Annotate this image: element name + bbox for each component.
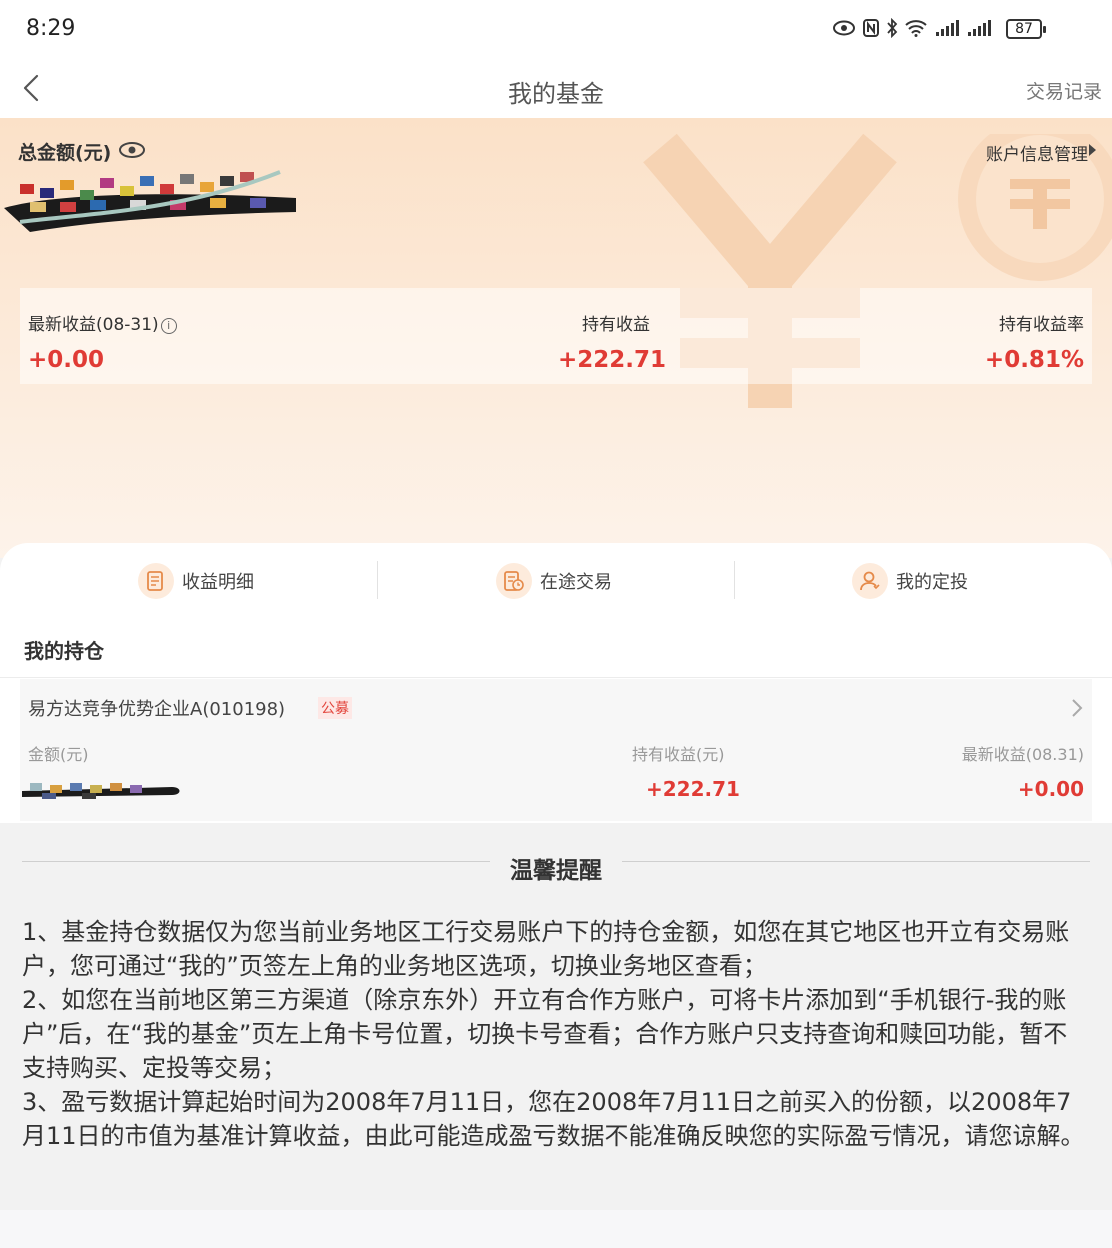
bluetooth-icon (887, 18, 898, 38)
fund-name: 易方达竞争优势企业A(010198) (28, 699, 286, 720)
fund-type-badge: 公募 (318, 697, 352, 719)
redacted-fund-amount (22, 783, 180, 799)
stat-value: +0.81% (984, 347, 1084, 373)
pending-transactions-button[interactable]: 在途交易 (496, 559, 612, 603)
caret-right-icon (1089, 144, 1096, 156)
chevron-right-icon (1072, 699, 1083, 717)
quick-action-label: 我的定投 (896, 572, 968, 593)
earnings-stats: 最新收益(08-31) i +0.00 持有收益 +222.71 持有收益率 +0… (20, 288, 1092, 384)
status-bar: 8:29 87 (0, 0, 1112, 60)
stat-label: 持有收益率 (999, 315, 1084, 335)
signal-icon (936, 20, 959, 36)
stat-label: 最新收益(08-31) (28, 315, 159, 335)
transaction-records-link[interactable]: 交易记录 (1026, 77, 1102, 104)
reminder-item: 2、如您在当前地区第三方渠道（除京东外）开立有合作方账户，可将卡片添加到“手机银… (22, 986, 1068, 1082)
amount-label: 金额(元) (28, 745, 89, 764)
stat-value: +0.00 (28, 347, 105, 373)
stat-holding-yield: 持有收益率 +0.81% (985, 288, 1084, 373)
earnings-detail-button[interactable]: 收益明细 (138, 559, 254, 603)
stat-latest-earnings: 最新收益(08-31) i +0.00 (28, 288, 177, 373)
holdings-title: 我的持仓 (24, 639, 104, 663)
my-fixed-investment-button[interactable]: 我的定投 (852, 559, 968, 603)
summary-hero: 总金额(元) 账户信息管理 最新收益(08-31) i +0.00 持有收益 +… (0, 118, 1112, 558)
document-icon (138, 563, 174, 599)
stat-holding-earnings: 持有收益 +222.71 (558, 288, 667, 373)
latest-earnings-value: +0.00 (1017, 777, 1084, 801)
user-icon (852, 563, 888, 599)
divider (377, 561, 378, 599)
eye-icon (833, 20, 855, 36)
stat-value: +222.71 (558, 347, 667, 373)
divider (734, 561, 735, 599)
reminder-item: 1、基金持仓数据仅为您当前业务地区工行交易账户下的持仓金额，如您在其它地区也开立… (22, 918, 1070, 980)
quick-action-label: 收益明细 (182, 572, 254, 593)
fund-holding-item[interactable]: 易方达竞争优势企业A(010198) 公募 金额(元) 持有收益(元) 最新收益… (20, 679, 1092, 821)
redacted-total-amount (4, 170, 296, 232)
nfc-icon (863, 19, 879, 37)
reminder-body: 1、基金持仓数据仅为您当前业务地区工行交易账户下的持仓金额，如您在其它地区也开立… (22, 915, 1090, 1153)
stat-label: 持有收益 (582, 315, 650, 335)
holdings-card: 收益明细 在途交易 我的定投 我的持仓 易方达竞争优势企业A(010198) 公… (0, 543, 1112, 823)
bottom-area (0, 1210, 1112, 1248)
latest-earnings-label: 最新收益(08.31) (961, 745, 1084, 764)
warm-reminder-section: 温馨提醒 1、基金持仓数据仅为您当前业务地区工行交易账户下的持仓金额，如您在其它… (0, 823, 1112, 1210)
holding-earnings-value: +222.71 (646, 777, 740, 801)
divider (622, 861, 1090, 862)
document-clock-icon (496, 563, 532, 599)
eye-toggle-icon[interactable] (118, 141, 146, 159)
status-icons (832, 18, 992, 38)
reminder-title: 温馨提醒 (510, 858, 602, 884)
battery-indicator: 87 (1006, 19, 1046, 39)
info-icon[interactable]: i (160, 318, 177, 334)
wifi-icon (905, 20, 927, 37)
quick-action-label: 在途交易 (540, 572, 612, 593)
page-title: 我的基金 (508, 80, 604, 108)
status-time: 8:29 (26, 16, 76, 41)
reminder-item: 3、盈亏数据计算起始时间为2008年7月11日，您在2008年7月11日之前买入… (22, 1088, 1085, 1150)
signal-icon (968, 20, 991, 36)
nav-bar: 我的基金 交易记录 (0, 60, 1112, 118)
total-amount-label: 总金额(元) (18, 142, 112, 164)
divider (0, 677, 1112, 678)
holding-earnings-label: 持有收益(元) (632, 745, 725, 764)
account-info-management-link[interactable]: 账户信息管理 (986, 140, 1088, 165)
